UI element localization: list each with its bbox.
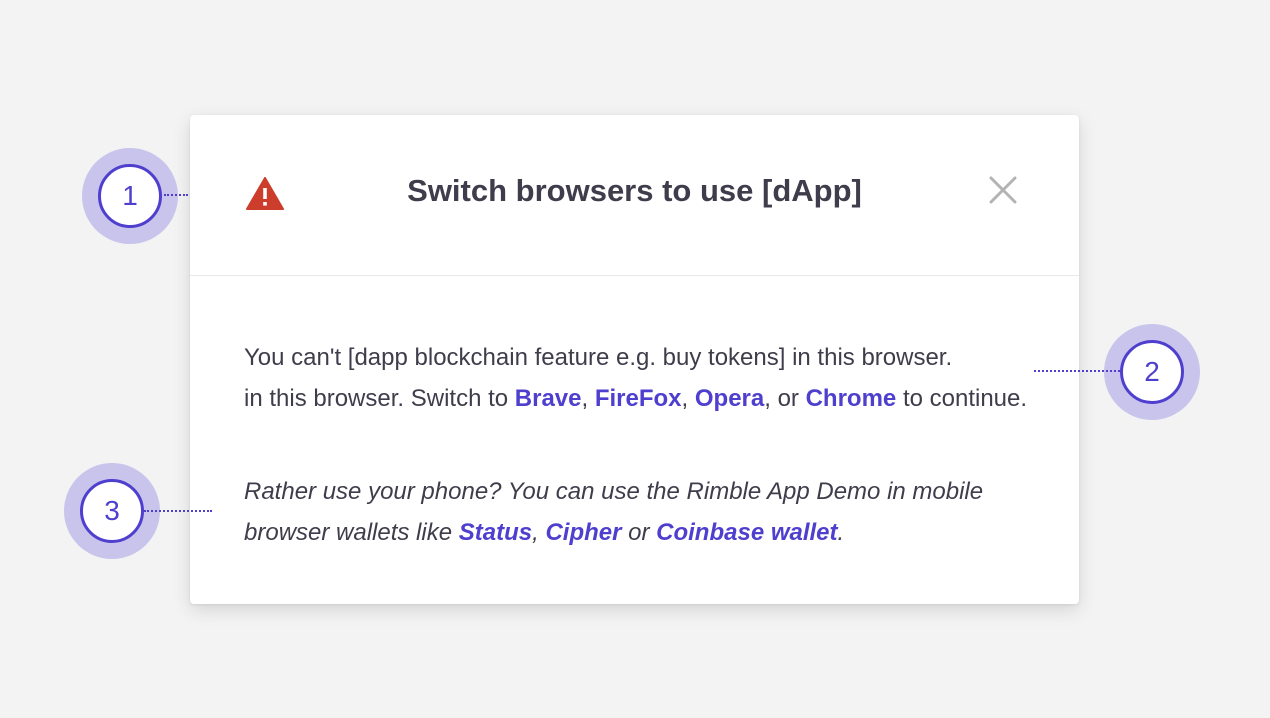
separator: ,: [681, 385, 695, 412]
callout-2: 2: [1104, 324, 1200, 420]
separator: ,: [581, 385, 595, 412]
modal-header: Switch browsers to use [dApp]: [190, 115, 1079, 276]
mobile-message-suffix: .: [837, 519, 845, 546]
coinbase-wallet-link[interactable]: Coinbase wallet: [656, 519, 837, 546]
callout-3-connector: [144, 510, 212, 512]
separator: or: [621, 519, 657, 546]
close-icon[interactable]: [986, 173, 1020, 207]
message-line-2-prefix: in this browser. Switch to: [244, 385, 515, 412]
chrome-link[interactable]: Chrome: [806, 385, 897, 412]
message-line-1: You can't [dapp blockchain feature e.g. …: [244, 344, 953, 371]
cipher-wallet-link[interactable]: Cipher: [545, 519, 621, 546]
separator: , or: [764, 385, 806, 412]
opera-link[interactable]: Opera: [695, 385, 764, 412]
callout-2-connector: [1034, 370, 1120, 372]
mobile-wallet-message: Rather use your phone? You can use the R…: [244, 471, 1044, 553]
browser-unsupported-message: You can't [dapp blockchain feature e.g. …: [244, 337, 1044, 419]
callout-1: 1: [82, 148, 178, 244]
switch-browser-modal: Switch browsers to use [dApp] You can't …: [190, 115, 1079, 604]
callout-1-connector: [164, 194, 188, 196]
callout-number: 2: [1120, 340, 1184, 404]
status-wallet-link[interactable]: Status: [459, 519, 532, 546]
message-line-2-suffix: to continue.: [896, 385, 1028, 412]
brave-link[interactable]: Brave: [515, 385, 582, 412]
callout-number: 3: [80, 479, 144, 543]
firefox-link[interactable]: FireFox: [595, 385, 682, 412]
callout-number: 1: [98, 164, 162, 228]
separator: ,: [532, 519, 546, 546]
modal-title: Switch browsers to use [dApp]: [407, 173, 862, 208]
